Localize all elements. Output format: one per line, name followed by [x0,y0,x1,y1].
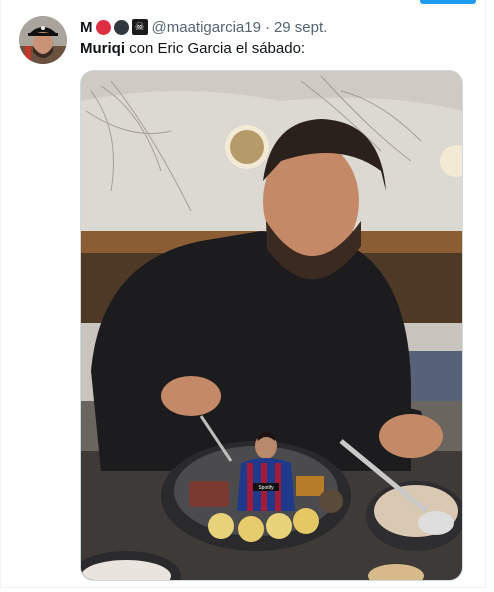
tweet[interactable]: M ☠ @maatigarcia19 · 29 sept. Muriqi con… [0,0,486,588]
jersey-sponsor-text: Spotify [258,485,274,491]
display-name[interactable]: M [80,19,93,36]
skull-crossbones-icon: ☠ [131,19,148,35]
separator: · [264,18,270,36]
red-circle-icon [95,19,111,35]
tweet-date[interactable]: 29 sept. [274,19,327,36]
avatar[interactable] [19,16,67,64]
tweet-photo[interactable]: Spotify [80,70,463,581]
black-circle-icon [113,19,129,35]
user-handle[interactable]: @maatigarcia19 [152,19,261,36]
tweet-text-bold: Muriqi [80,40,125,57]
tweet-header: M ☠ @maatigarcia19 · 29 sept. [80,16,480,38]
photo-illustration: Spotify [81,71,462,580]
tweet-text: Muriqi con Eric Garcia el sábado: [80,40,305,57]
tweet-text-rest: con Eric Garcia el sábado: [125,40,306,57]
